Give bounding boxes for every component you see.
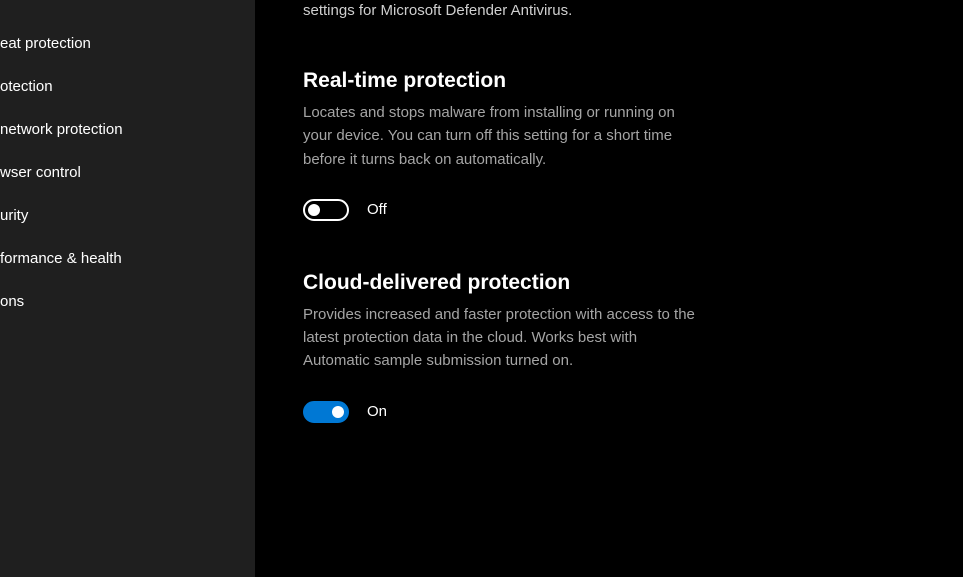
toggle-knob <box>332 406 344 418</box>
section-cloud-delivered-protection: Cloud-delivered protection Provides incr… <box>303 271 703 423</box>
sidebar-item-label: otection <box>0 78 53 95</box>
section-real-time-protection: Real-time protection Locates and stops m… <box>303 69 703 221</box>
section-title: Real-time protection <box>303 69 703 93</box>
real-time-protection-toggle[interactable] <box>303 199 349 221</box>
sidebar: eat protection otection network protecti… <box>0 0 255 577</box>
sidebar-item-app-browser-control[interactable]: wser control <box>0 151 255 194</box>
toggle-label: Off <box>367 201 387 218</box>
sidebar-item-device-performance-health[interactable]: formance & health <box>0 237 255 280</box>
toggle-knob <box>308 204 320 216</box>
sidebar-item-label: urity <box>0 207 28 224</box>
sidebar-item-label: ons <box>0 293 24 310</box>
sidebar-item-device-security[interactable]: urity <box>0 194 255 237</box>
sidebar-item-firewall-network-protection[interactable]: network protection <box>0 108 255 151</box>
section-title: Cloud-delivered protection <box>303 271 703 295</box>
toggle-row: On <box>303 401 703 423</box>
sidebar-item-family-options[interactable]: ons <box>0 280 255 323</box>
main-content: settings for Microsoft Defender Antiviru… <box>255 0 963 577</box>
toggle-label: On <box>367 403 387 420</box>
sidebar-item-virus-threat-protection[interactable]: eat protection <box>0 22 255 65</box>
sidebar-item-label: eat protection <box>0 35 91 52</box>
sidebar-item-label: network protection <box>0 121 123 138</box>
sidebar-item-label: wser control <box>0 164 81 181</box>
toggle-row: Off <box>303 199 703 221</box>
intro-text: settings for Microsoft Defender Antiviru… <box>303 0 703 21</box>
cloud-delivered-protection-toggle[interactable] <box>303 401 349 423</box>
sidebar-item-label: formance & health <box>0 250 122 267</box>
section-description: Locates and stops malware from installin… <box>303 101 703 171</box>
sidebar-item-account-protection[interactable]: otection <box>0 65 255 108</box>
section-description: Provides increased and faster protection… <box>303 303 703 373</box>
